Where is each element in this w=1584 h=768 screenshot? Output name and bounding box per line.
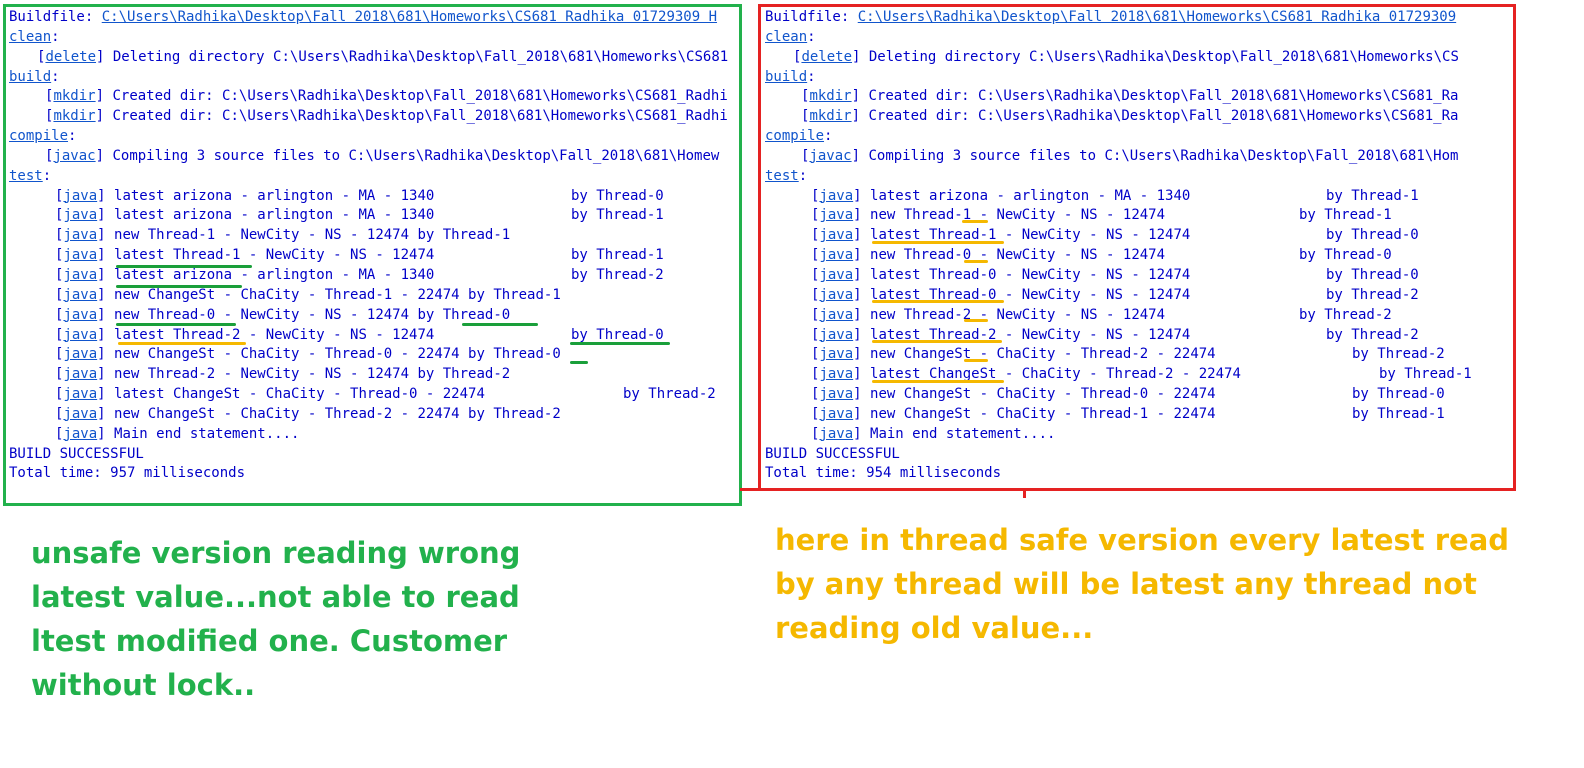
green-underline-stroke [116, 323, 236, 326]
orange-underline-stroke [964, 319, 988, 322]
green-underline-stroke [116, 285, 242, 288]
orange-underline-stroke [872, 300, 1004, 303]
orange-underline-stroke [872, 340, 1002, 343]
red-highlight-frame [758, 4, 1516, 491]
orange-underline-stroke [964, 260, 988, 263]
green-underline-stroke [570, 361, 588, 364]
orange-underline-stroke [872, 241, 1004, 244]
green-underline-stroke [462, 323, 538, 326]
orange-underline-stroke [962, 220, 988, 223]
unsafe-version-note: unsafe version reading wrong latest valu… [31, 536, 521, 702]
orange-underline-stroke [964, 359, 988, 362]
thread-safe-version-note: here in thread safe version every latest… [775, 523, 1510, 645]
green-underline-stroke [116, 265, 252, 268]
orange-underline-stroke [872, 380, 1004, 383]
green-highlight-frame [3, 4, 742, 506]
green-underline-stroke [570, 342, 670, 345]
orange-underline-stroke [118, 342, 246, 345]
